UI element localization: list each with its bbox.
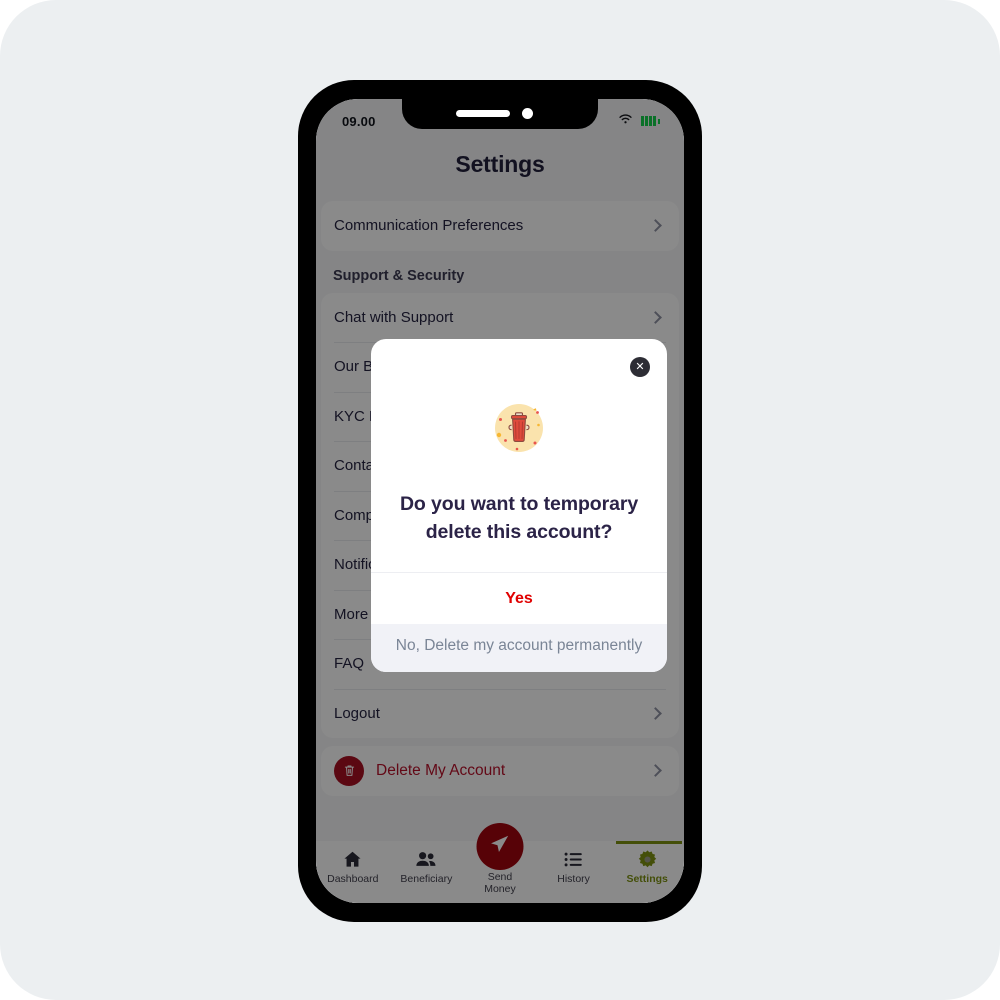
nav-label: History — [557, 873, 590, 885]
wifi-icon — [618, 112, 633, 130]
front-camera — [522, 108, 533, 119]
nav-item-dashboard[interactable]: Dashboard — [316, 841, 390, 903]
nav-label: Beneficiary — [400, 873, 453, 885]
phone-screen: 09.00 Settings Communication Preferences… — [316, 99, 684, 903]
trash-can-illustration — [486, 395, 552, 461]
paper-plane-icon — [489, 833, 511, 860]
status-time: 09.00 — [342, 113, 376, 129]
send-money-label: Send Money — [465, 871, 535, 895]
settings-row-communication-preferences[interactable]: Communication Preferences — [321, 201, 679, 251]
dialog-title: Do you want to temporary delete this acc… — [399, 493, 639, 543]
confirm-yes-button[interactable]: Yes — [371, 572, 667, 625]
gear-icon — [637, 849, 658, 870]
home-icon — [342, 849, 363, 870]
chevron-right-icon — [649, 764, 662, 778]
close-icon[interactable]: ✕ — [630, 357, 650, 377]
chevron-right-icon — [649, 219, 662, 233]
people-icon — [415, 849, 437, 870]
list-icon — [563, 849, 584, 870]
row-label: Chat with Support — [334, 308, 454, 326]
status-icons — [618, 112, 660, 130]
page-title: Settings — [455, 151, 545, 177]
page-header: Settings — [316, 151, 684, 178]
page-background: 09.00 Settings Communication Preferences… — [0, 0, 1000, 1000]
nav-item-settings[interactable]: Settings — [610, 841, 684, 903]
nav-label: Settings — [626, 873, 668, 885]
nav-label: Dashboard — [327, 873, 379, 885]
settings-row-chat-with-support[interactable]: Chat with Support — [321, 293, 679, 343]
send-money-label-line1: Send — [487, 871, 513, 883]
send-money-button[interactable] — [476, 823, 524, 870]
settings-row-logout[interactable]: Logout — [321, 688, 679, 739]
settings-row-delete-my-account[interactable]: Delete My Account — [321, 746, 679, 796]
delete-account-dialog: ✕ Do you want to temporary delete this a… — [371, 339, 667, 672]
chevron-right-icon — [649, 310, 662, 324]
bottom-navigation[interactable]: Dashboard Beneficiary Send Money History… — [316, 823, 684, 903]
preferences-card: Communication Preferences — [321, 201, 679, 251]
row-label: Communication Preferences — [334, 217, 524, 235]
phone-frame: 09.00 Settings Communication Preferences… — [298, 80, 702, 922]
row-label: Delete My Account — [376, 761, 506, 779]
trash-icon — [334, 755, 364, 786]
delete-permanently-button[interactable]: No, Delete my account permanently — [371, 624, 667, 672]
battery-icon — [641, 116, 660, 126]
nav-item-history[interactable]: History — [537, 841, 611, 903]
speaker-grille — [456, 110, 510, 117]
nav-item-beneficiary[interactable]: Beneficiary — [390, 841, 464, 903]
send-money-label-line2: Money — [484, 883, 516, 896]
section-title-support-security: Support & Security — [333, 267, 465, 284]
nav-item-send-money[interactable]: Send Money — [463, 823, 537, 903]
chevron-right-icon — [649, 706, 662, 720]
delete-account-card: Delete My Account — [321, 746, 679, 796]
dialog-body: Do you want to temporary delete this acc… — [371, 339, 667, 572]
row-label: Logout — [334, 704, 380, 722]
phone-notch — [402, 99, 598, 129]
